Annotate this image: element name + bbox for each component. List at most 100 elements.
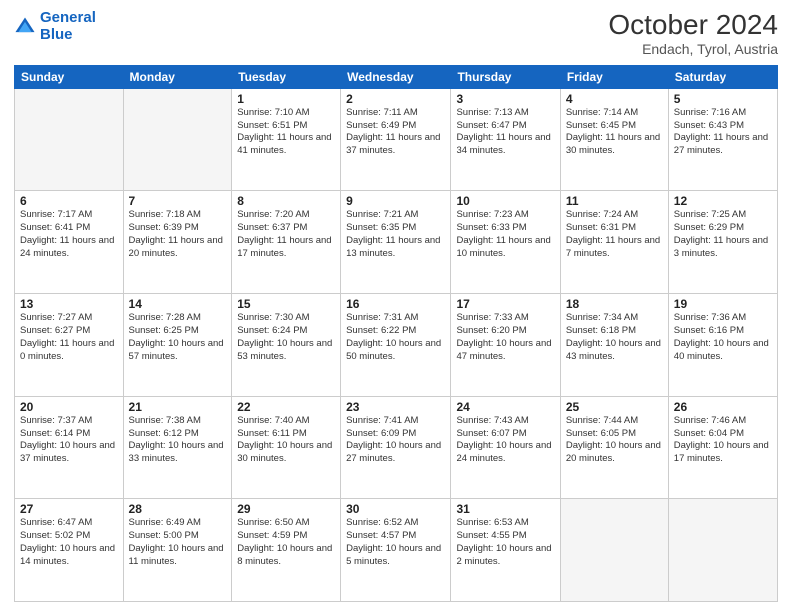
calendar-cell: 6Sunrise: 7:17 AM Sunset: 6:41 PM Daylig… [15, 191, 124, 294]
weekday-header-tuesday: Tuesday [232, 65, 341, 88]
day-number: 10 [456, 194, 554, 208]
calendar-subtitle: Endach, Tyrol, Austria [608, 41, 778, 57]
calendar-cell: 8Sunrise: 7:20 AM Sunset: 6:37 PM Daylig… [232, 191, 341, 294]
calendar-cell: 21Sunrise: 7:38 AM Sunset: 6:12 PM Dayli… [123, 396, 232, 499]
day-info: Sunrise: 7:14 AM Sunset: 6:45 PM Dayligh… [566, 107, 663, 158]
calendar-cell: 20Sunrise: 7:37 AM Sunset: 6:14 PM Dayli… [15, 396, 124, 499]
day-number: 11 [566, 194, 663, 208]
day-number: 18 [566, 297, 663, 311]
day-info: Sunrise: 7:28 AM Sunset: 6:25 PM Dayligh… [129, 312, 227, 363]
weekday-header-thursday: Thursday [451, 65, 560, 88]
calendar-cell: 29Sunrise: 6:50 AM Sunset: 4:59 PM Dayli… [232, 499, 341, 602]
calendar-cell: 2Sunrise: 7:11 AM Sunset: 6:49 PM Daylig… [341, 88, 451, 191]
calendar-cell: 18Sunrise: 7:34 AM Sunset: 6:18 PM Dayli… [560, 294, 668, 397]
day-info: Sunrise: 7:21 AM Sunset: 6:35 PM Dayligh… [346, 209, 445, 260]
day-info: Sunrise: 7:36 AM Sunset: 6:16 PM Dayligh… [674, 312, 772, 363]
calendar-cell: 16Sunrise: 7:31 AM Sunset: 6:22 PM Dayli… [341, 294, 451, 397]
calendar-cell: 5Sunrise: 7:16 AM Sunset: 6:43 PM Daylig… [668, 88, 777, 191]
calendar-week-4: 20Sunrise: 7:37 AM Sunset: 6:14 PM Dayli… [15, 396, 778, 499]
day-info: Sunrise: 6:47 AM Sunset: 5:02 PM Dayligh… [20, 517, 118, 568]
calendar-cell: 30Sunrise: 6:52 AM Sunset: 4:57 PM Dayli… [341, 499, 451, 602]
day-info: Sunrise: 7:37 AM Sunset: 6:14 PM Dayligh… [20, 415, 118, 466]
logo: General Blue [14, 10, 96, 43]
day-info: Sunrise: 6:52 AM Sunset: 4:57 PM Dayligh… [346, 517, 445, 568]
day-info: Sunrise: 7:17 AM Sunset: 6:41 PM Dayligh… [20, 209, 118, 260]
calendar-cell: 26Sunrise: 7:46 AM Sunset: 6:04 PM Dayli… [668, 396, 777, 499]
day-number: 23 [346, 400, 445, 414]
calendar-cell: 13Sunrise: 7:27 AM Sunset: 6:27 PM Dayli… [15, 294, 124, 397]
calendar-cell: 27Sunrise: 6:47 AM Sunset: 5:02 PM Dayli… [15, 499, 124, 602]
calendar-cell: 17Sunrise: 7:33 AM Sunset: 6:20 PM Dayli… [451, 294, 560, 397]
calendar-week-1: 1Sunrise: 7:10 AM Sunset: 6:51 PM Daylig… [15, 88, 778, 191]
calendar-cell: 24Sunrise: 7:43 AM Sunset: 6:07 PM Dayli… [451, 396, 560, 499]
day-info: Sunrise: 7:31 AM Sunset: 6:22 PM Dayligh… [346, 312, 445, 363]
calendar-cell: 28Sunrise: 6:49 AM Sunset: 5:00 PM Dayli… [123, 499, 232, 602]
day-info: Sunrise: 7:34 AM Sunset: 6:18 PM Dayligh… [566, 312, 663, 363]
weekday-header-wednesday: Wednesday [341, 65, 451, 88]
calendar-week-5: 27Sunrise: 6:47 AM Sunset: 5:02 PM Dayli… [15, 499, 778, 602]
day-number: 1 [237, 92, 335, 106]
calendar-week-2: 6Sunrise: 7:17 AM Sunset: 6:41 PM Daylig… [15, 191, 778, 294]
calendar-cell [668, 499, 777, 602]
day-number: 5 [674, 92, 772, 106]
header: General Blue October 2024 Endach, Tyrol,… [14, 10, 778, 57]
day-number: 17 [456, 297, 554, 311]
day-info: Sunrise: 7:33 AM Sunset: 6:20 PM Dayligh… [456, 312, 554, 363]
day-number: 24 [456, 400, 554, 414]
day-number: 16 [346, 297, 445, 311]
calendar-cell: 25Sunrise: 7:44 AM Sunset: 6:05 PM Dayli… [560, 396, 668, 499]
day-info: Sunrise: 7:13 AM Sunset: 6:47 PM Dayligh… [456, 107, 554, 158]
day-info: Sunrise: 6:53 AM Sunset: 4:55 PM Dayligh… [456, 517, 554, 568]
calendar-cell: 23Sunrise: 7:41 AM Sunset: 6:09 PM Dayli… [341, 396, 451, 499]
day-info: Sunrise: 7:23 AM Sunset: 6:33 PM Dayligh… [456, 209, 554, 260]
day-info: Sunrise: 6:50 AM Sunset: 4:59 PM Dayligh… [237, 517, 335, 568]
calendar-cell: 14Sunrise: 7:28 AM Sunset: 6:25 PM Dayli… [123, 294, 232, 397]
calendar-cell: 10Sunrise: 7:23 AM Sunset: 6:33 PM Dayli… [451, 191, 560, 294]
day-number: 2 [346, 92, 445, 106]
day-number: 31 [456, 502, 554, 516]
day-info: Sunrise: 7:24 AM Sunset: 6:31 PM Dayligh… [566, 209, 663, 260]
weekday-header-saturday: Saturday [668, 65, 777, 88]
calendar-cell: 11Sunrise: 7:24 AM Sunset: 6:31 PM Dayli… [560, 191, 668, 294]
calendar-cell: 22Sunrise: 7:40 AM Sunset: 6:11 PM Dayli… [232, 396, 341, 499]
weekday-header-friday: Friday [560, 65, 668, 88]
day-info: Sunrise: 6:49 AM Sunset: 5:00 PM Dayligh… [129, 517, 227, 568]
day-number: 20 [20, 400, 118, 414]
calendar-cell: 3Sunrise: 7:13 AM Sunset: 6:47 PM Daylig… [451, 88, 560, 191]
day-info: Sunrise: 7:10 AM Sunset: 6:51 PM Dayligh… [237, 107, 335, 158]
day-info: Sunrise: 7:27 AM Sunset: 6:27 PM Dayligh… [20, 312, 118, 363]
day-number: 27 [20, 502, 118, 516]
day-info: Sunrise: 7:46 AM Sunset: 6:04 PM Dayligh… [674, 415, 772, 466]
day-number: 7 [129, 194, 227, 208]
logo-general: General [40, 9, 96, 26]
logo-blue: Blue [40, 26, 73, 43]
calendar-cell [15, 88, 124, 191]
logo-text: General Blue [40, 10, 96, 43]
calendar-cell [560, 499, 668, 602]
day-info: Sunrise: 7:40 AM Sunset: 6:11 PM Dayligh… [237, 415, 335, 466]
calendar-cell: 4Sunrise: 7:14 AM Sunset: 6:45 PM Daylig… [560, 88, 668, 191]
day-number: 15 [237, 297, 335, 311]
day-number: 28 [129, 502, 227, 516]
title-block: October 2024 Endach, Tyrol, Austria [608, 10, 778, 57]
day-info: Sunrise: 7:18 AM Sunset: 6:39 PM Dayligh… [129, 209, 227, 260]
calendar-cell: 31Sunrise: 6:53 AM Sunset: 4:55 PM Dayli… [451, 499, 560, 602]
day-info: Sunrise: 7:25 AM Sunset: 6:29 PM Dayligh… [674, 209, 772, 260]
day-info: Sunrise: 7:16 AM Sunset: 6:43 PM Dayligh… [674, 107, 772, 158]
day-number: 12 [674, 194, 772, 208]
page: General Blue October 2024 Endach, Tyrol,… [0, 0, 792, 612]
day-info: Sunrise: 7:43 AM Sunset: 6:07 PM Dayligh… [456, 415, 554, 466]
day-number: 25 [566, 400, 663, 414]
day-info: Sunrise: 7:20 AM Sunset: 6:37 PM Dayligh… [237, 209, 335, 260]
calendar-cell: 12Sunrise: 7:25 AM Sunset: 6:29 PM Dayli… [668, 191, 777, 294]
day-number: 30 [346, 502, 445, 516]
day-number: 13 [20, 297, 118, 311]
day-number: 4 [566, 92, 663, 106]
day-info: Sunrise: 7:38 AM Sunset: 6:12 PM Dayligh… [129, 415, 227, 466]
day-info: Sunrise: 7:44 AM Sunset: 6:05 PM Dayligh… [566, 415, 663, 466]
calendar-cell: 15Sunrise: 7:30 AM Sunset: 6:24 PM Dayli… [232, 294, 341, 397]
calendar-cell: 1Sunrise: 7:10 AM Sunset: 6:51 PM Daylig… [232, 88, 341, 191]
weekday-header-monday: Monday [123, 65, 232, 88]
day-number: 29 [237, 502, 335, 516]
calendar-cell: 19Sunrise: 7:36 AM Sunset: 6:16 PM Dayli… [668, 294, 777, 397]
